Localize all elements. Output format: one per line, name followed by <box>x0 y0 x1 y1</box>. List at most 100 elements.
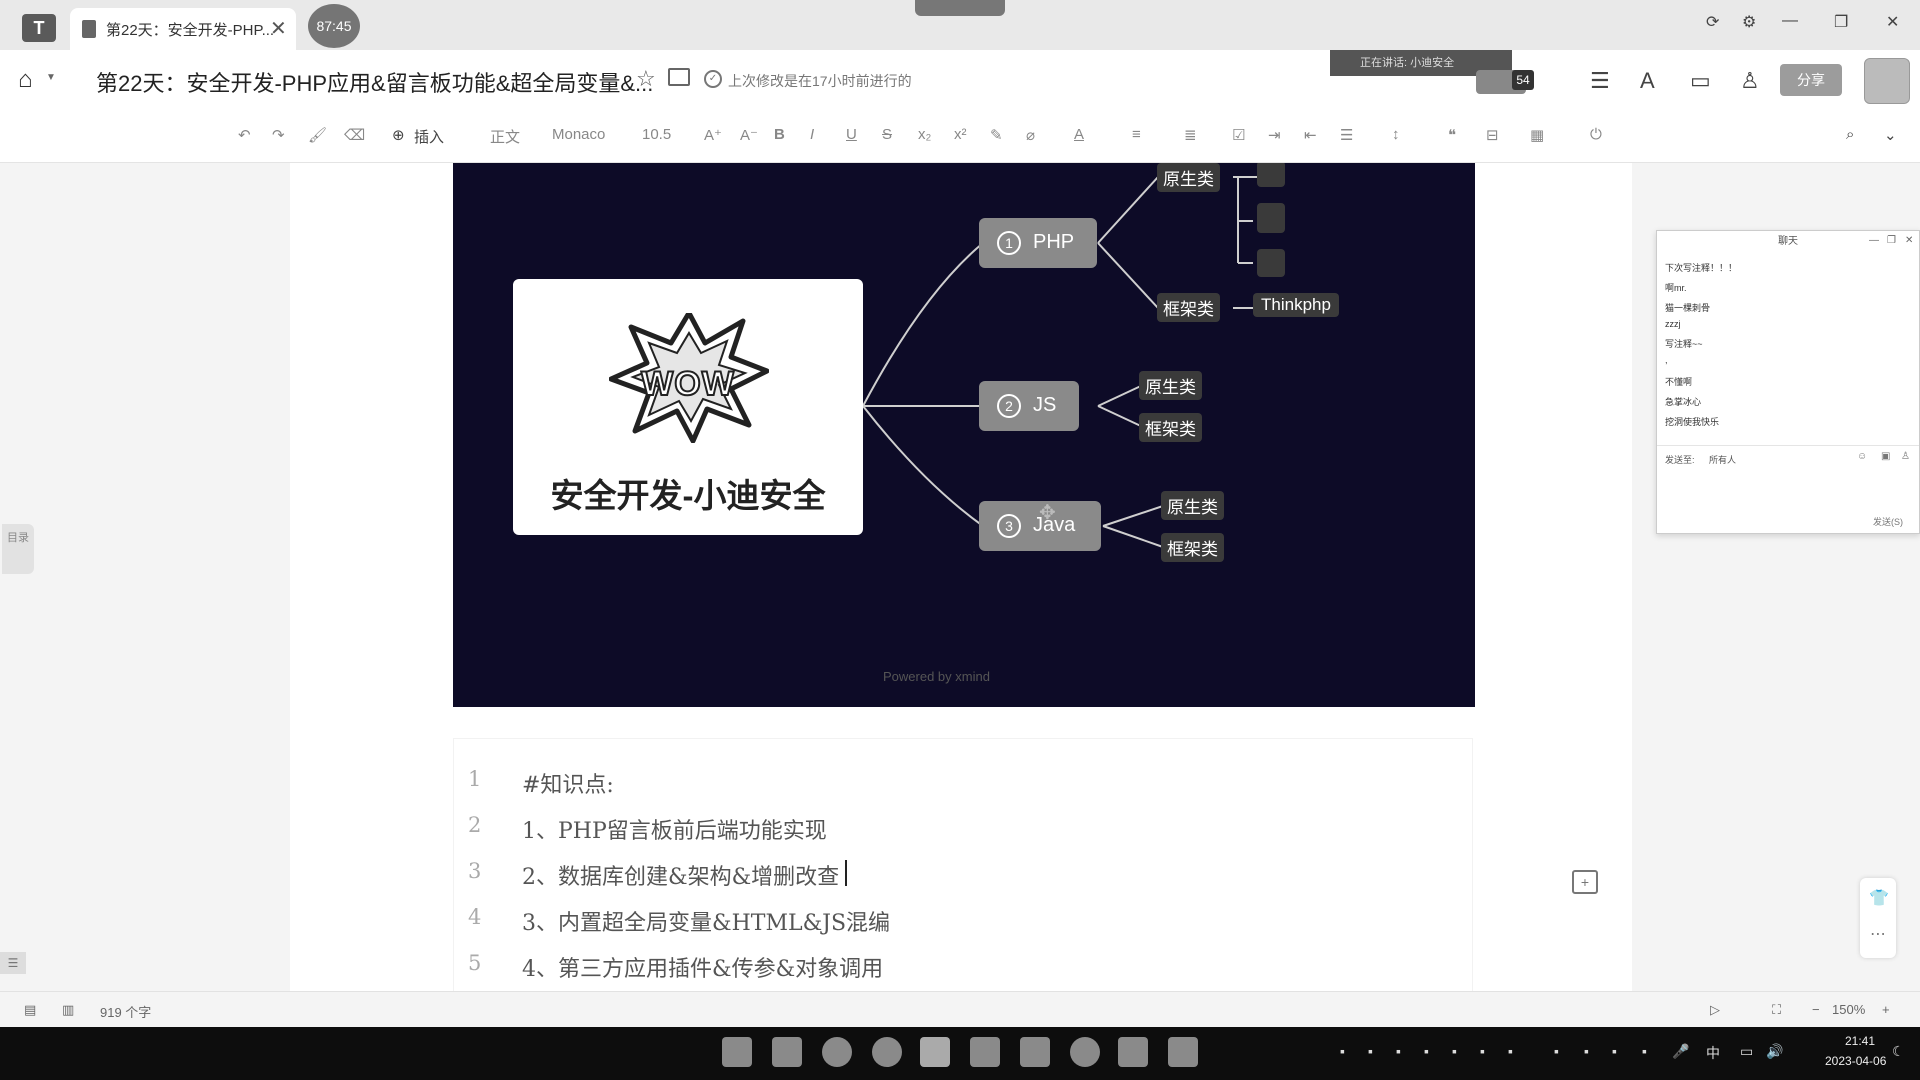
italic-icon[interactable]: I <box>810 126 814 143</box>
folder-icon[interactable] <box>668 68 690 86</box>
user-icon[interactable]: ♙ <box>1901 451 1910 462</box>
tray-app-icon[interactable]: ▪ <box>1340 1043 1345 1059</box>
network-icon[interactable]: ▭ <box>1740 1043 1753 1060</box>
increase-font-icon[interactable]: A⁺ <box>704 126 722 144</box>
send-to-select[interactable]: 所有人 <box>1709 453 1736 466</box>
clock-time[interactable]: 21:41 <box>1845 1034 1875 1048</box>
subscript-icon[interactable]: x₂ <box>918 126 931 143</box>
redo-icon[interactable]: ↷ <box>272 126 285 144</box>
tray-app-icon[interactable]: ▪ <box>1584 1043 1589 1059</box>
page-view-icon[interactable]: ▥ <box>62 1002 74 1018</box>
checklist-icon[interactable]: ☑ <box>1232 126 1245 144</box>
clear-format-icon[interactable]: ⌀ <box>1026 126 1035 144</box>
typora-icon[interactable] <box>920 1037 950 1067</box>
chat-send-button[interactable]: 发送(S) <box>1873 515 1903 528</box>
share-button[interactable]: 分享 <box>1780 64 1842 96</box>
fullscreen-icon[interactable]: ⛶ <box>1772 1002 1781 1018</box>
highlight-icon[interactable]: ✎ <box>990 126 1003 144</box>
chrome-icon[interactable] <box>872 1037 902 1067</box>
emoji-icon[interactable]: ☺ <box>1857 451 1867 462</box>
code-block[interactable]: 1 #知识点: 2 1、PHP留言板前后端功能实现 3 2、数据库创建&架构&增… <box>453 738 1473 993</box>
format-painter-icon[interactable]: 🖌 <box>308 126 327 144</box>
numbered-list-icon[interactable]: ≣ <box>1184 126 1197 144</box>
insert-button[interactable]: 插入 <box>414 126 444 147</box>
photos-icon[interactable] <box>970 1037 1000 1067</box>
avatar[interactable] <box>1864 58 1910 104</box>
tray-app-icon[interactable]: ▪ <box>1508 1043 1513 1059</box>
bold-icon[interactable]: B <box>774 126 785 143</box>
app-logo-icon[interactable]: T <box>22 14 56 42</box>
zoom-level[interactable]: 150% <box>1832 1002 1865 1017</box>
collaborator-icon[interactable]: ♙ <box>1740 68 1760 94</box>
divider-icon[interactable]: ⊟ <box>1486 126 1499 144</box>
font-color-icon[interactable]: A <box>1074 126 1084 143</box>
tray-app-icon[interactable]: ▪ <box>1480 1043 1485 1059</box>
zoom-in-button[interactable]: + <box>1882 1002 1890 1017</box>
menu-icon[interactable]: ☰ <box>1590 68 1610 94</box>
search-icon[interactable]: ⌕ <box>1846 126 1854 143</box>
code-line[interactable]: #知识点: <box>522 767 614 799</box>
more-icon[interactable]: ⋯ <box>1870 924 1886 944</box>
chat-window[interactable]: 聊天 — ❐ ✕ 下次写注释！！！ 啊mr. 猫一棵刺骨 zzzj 写注释~~ … <box>1656 230 1920 534</box>
code-line[interactable]: 2、数据库创建&架构&增删改查 <box>522 859 839 891</box>
present-icon[interactable]: ▭ <box>1690 68 1711 94</box>
table-icon[interactable]: ▦ <box>1530 126 1544 144</box>
star-icon[interactable]: ☆ <box>636 66 656 92</box>
add-comment-icon[interactable]: + <box>1572 870 1598 894</box>
start-icon[interactable] <box>722 1037 752 1067</box>
outline-toggle-icon[interactable]: ☰ <box>0 952 26 974</box>
tab-close-icon[interactable]: ✕ <box>270 16 287 41</box>
undo-icon[interactable]: ↶ <box>238 126 251 144</box>
screen-recorder-icon[interactable] <box>1168 1037 1198 1067</box>
toc-toggle[interactable]: 目录 <box>2 524 34 574</box>
sync-icon[interactable]: ⟳ <box>1706 12 1719 32</box>
tray-app-icon[interactable]: ▪ <box>1396 1043 1401 1059</box>
align-icon[interactable]: ☰ <box>1340 126 1353 144</box>
ime-indicator[interactable]: 中 <box>1706 1043 1720 1063</box>
font-size-select[interactable]: 10.5 <box>642 126 671 143</box>
outdent-icon[interactable]: ⇤ <box>1304 126 1317 144</box>
chevron-down-icon[interactable]: ⌄ <box>1884 126 1897 144</box>
clock-date[interactable]: 2023-04-06 <box>1825 1054 1886 1068</box>
tray-app-icon[interactable]: ▪ <box>1612 1043 1617 1059</box>
powerpoint-icon[interactable] <box>1020 1037 1050 1067</box>
strikethrough-icon[interactable]: S <box>882 126 892 143</box>
phpstorm-icon[interactable] <box>1118 1037 1148 1067</box>
tray-app-icon[interactable]: ▪ <box>1642 1043 1647 1059</box>
microphone-icon[interactable]: 🎤 <box>1672 1043 1689 1060</box>
insert-icon[interactable]: ⊕ <box>392 126 405 144</box>
minimize-button[interactable]: — <box>1782 12 1798 30</box>
code-line[interactable]: 1、PHP留言板前后端功能实现 <box>522 813 827 845</box>
underline-icon[interactable]: U <box>846 126 857 143</box>
decrease-font-icon[interactable]: A⁻ <box>740 126 758 144</box>
maximize-button[interactable]: ❐ <box>1834 12 1848 32</box>
superscript-icon[interactable]: x² <box>954 126 967 143</box>
text-format-icon[interactable]: A <box>1640 68 1655 94</box>
quote-icon[interactable]: ❝ <box>1448 126 1456 144</box>
document-tab[interactable]: 第22天：安全开发-PHP... ✕ <box>70 8 296 50</box>
paragraph-style-select[interactable]: 正文 <box>490 126 520 147</box>
eraser-icon[interactable]: ⌫ <box>344 126 365 144</box>
zoom-out-button[interactable]: − <box>1812 1002 1820 1017</box>
code-line[interactable]: 4、第三方应用插件&传参&对象调用 <box>522 951 883 983</box>
plugin-icon[interactable]: ⏻ <box>1590 126 1602 143</box>
chat-input[interactable] <box>1665 471 1909 511</box>
code-line[interactable]: 3、内置超全局变量&HTML&JS混编 <box>522 905 890 937</box>
image-icon[interactable]: ▣ <box>1881 451 1890 462</box>
chat-maximize-button[interactable]: ❐ <box>1887 235 1896 246</box>
chat-close-button[interactable]: ✕ <box>1905 235 1913 246</box>
chat-minimize-button[interactable]: — <box>1869 235 1879 246</box>
shirt-icon[interactable]: 👕 <box>1869 888 1889 908</box>
indent-icon[interactable]: ⇥ <box>1268 126 1281 144</box>
home-icon[interactable]: ⌂ <box>18 66 33 94</box>
line-spacing-icon[interactable]: ↕ <box>1392 126 1400 143</box>
notification-icon[interactable]: ☾ <box>1892 1043 1905 1060</box>
settings-icon[interactable]: ⚙ <box>1742 12 1756 32</box>
tray-app-icon[interactable]: ▪ <box>1452 1043 1457 1059</box>
play-icon[interactable]: ▷ <box>1710 1002 1720 1018</box>
outline-icon[interactable]: ▤ <box>24 1002 36 1018</box>
tray-app-icon[interactable]: ▪ <box>1424 1043 1429 1059</box>
edge-browser-icon[interactable] <box>822 1037 852 1067</box>
word-count[interactable]: 919 个字 <box>100 1002 151 1021</box>
file-explorer-icon[interactable] <box>772 1037 802 1067</box>
